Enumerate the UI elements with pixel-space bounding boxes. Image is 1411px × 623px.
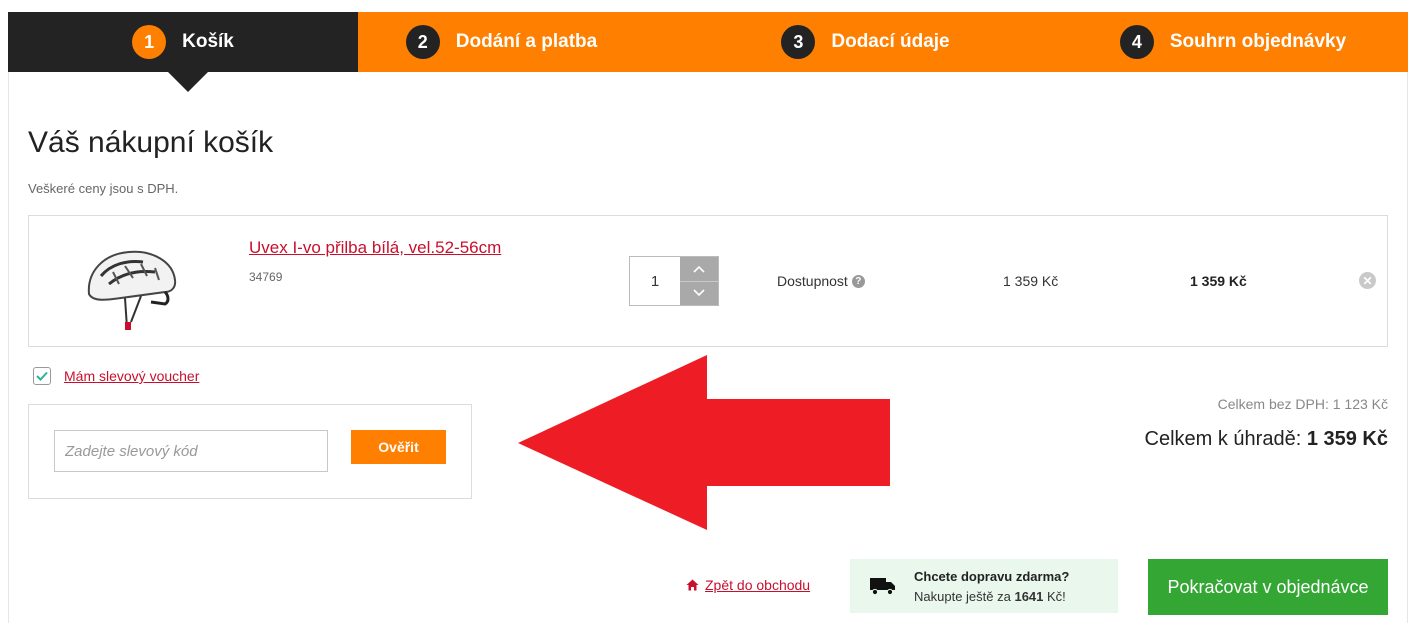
step-delivery-details[interactable]: 3 Dodací údaje (733, 12, 1038, 72)
remove-item-button[interactable]: ✕ (1359, 272, 1376, 289)
step-number: 2 (405, 25, 440, 59)
quantity-input[interactable] (630, 257, 680, 305)
check-icon (36, 371, 48, 381)
product-image[interactable] (81, 232, 181, 332)
step-number: 3 (781, 25, 816, 59)
step-number: 4 (1119, 25, 1154, 59)
back-to-shop-label: Zpět do obchodu (705, 577, 811, 593)
free-shipping-suffix: Kč! (1047, 589, 1066, 604)
page-title: Váš nákupní košík (28, 126, 274, 159)
chevron-up-icon (693, 265, 705, 273)
verify-voucher-button[interactable]: Ověřit (351, 430, 446, 464)
question-icon[interactable]: ? (851, 274, 865, 288)
step-label: Souhrn objednávky (1169, 31, 1347, 52)
chevron-down-icon (693, 289, 705, 297)
free-shipping-message: Nakupte ještě za 1641 Kč! (914, 589, 1066, 604)
voucher-box: Ověřit (28, 404, 472, 499)
quantity-increase-button[interactable] (680, 257, 718, 281)
remove-icon: ✕ (1362, 273, 1373, 288)
free-shipping-amount: 1641 (1014, 589, 1044, 604)
quantity-decrease-button[interactable] (680, 280, 718, 305)
product-code: 34769 (249, 270, 283, 284)
voucher-toggle[interactable]: Mám slevový voucher (33, 367, 199, 385)
step-number: 1 (132, 25, 167, 59)
item-total-price: 1 359 Kč (1190, 273, 1247, 289)
availability-label: Dostupnost (777, 273, 848, 289)
voucher-toggle-label[interactable]: Mám slevový voucher (64, 368, 199, 384)
quantity-stepper (629, 256, 719, 306)
voucher-code-input[interactable] (54, 430, 328, 472)
product-name-link[interactable]: Uvex I-vo přilba bílá, vel.52-56cm (249, 238, 501, 258)
voucher-checkbox[interactable] (33, 367, 51, 385)
arrow-left-icon (518, 355, 890, 530)
truck-icon (870, 578, 895, 595)
step-label: Dodání a platba (455, 31, 598, 52)
cart-item-row: Uvex I-vo přilba bílá, vel.52-56cm 34769… (28, 215, 1388, 347)
grand-total: Celkem k úhradě: 1 359 Kč (1145, 428, 1388, 451)
step-delivery-payment[interactable]: 2 Dodání a platba (358, 12, 733, 72)
step-cart[interactable]: 1 Košík (8, 12, 358, 92)
free-shipping-prefix: Nakupte ještě za (914, 589, 1011, 604)
grand-total-value: 1 359 Kč (1306, 428, 1388, 450)
step-order-summary[interactable]: 4 Souhrn objednávky (1038, 12, 1408, 72)
free-shipping-banner: Chcete dopravu zdarma? Nakupte ještě za … (850, 559, 1118, 613)
free-shipping-question: Chcete dopravu zdarma? (914, 569, 1070, 584)
checkout-steps: 1 Košík 2 Dodání a platba 3 Dodací údaje… (8, 12, 1408, 92)
grand-total-label: Celkem k úhradě: (1144, 428, 1302, 450)
vat-note: Veškeré ceny jsou s DPH. (28, 181, 179, 196)
back-to-shop-link[interactable]: Zpět do obchodu (686, 577, 810, 593)
total-without-vat: Celkem bez DPH: 1 123 Kč (1217, 396, 1388, 412)
continue-order-button[interactable]: Pokračovat v objednávce (1148, 559, 1388, 615)
step-label: Košík (182, 31, 234, 52)
availability: Dostupnost ? (777, 273, 865, 289)
unit-price: 1 359 Kč (1003, 273, 1059, 289)
step-label: Dodací údaje (831, 31, 950, 52)
home-icon (686, 579, 699, 591)
